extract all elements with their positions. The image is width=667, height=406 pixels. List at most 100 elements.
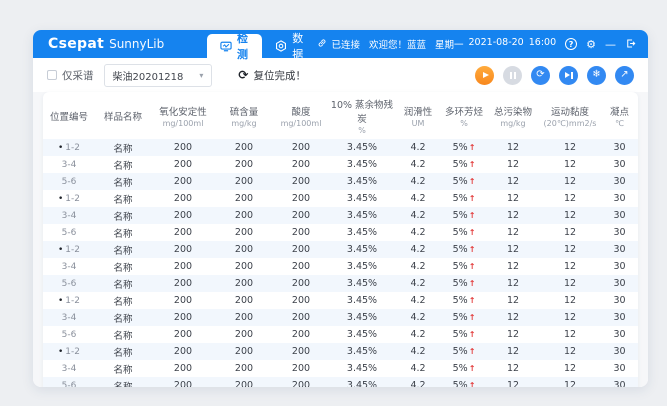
table-row[interactable]: 3-4名称2002002003.45%4.25%↑121230 — [43, 309, 638, 326]
cell-pos: 3-4 — [43, 258, 95, 275]
cell-lubricity: 4.2 — [395, 258, 441, 275]
help-icon[interactable]: ? — [565, 38, 577, 50]
table-row[interactable]: 3-4名称2002002003.45%4.25%↑121230 — [43, 156, 638, 173]
cell-pos: •1-2 — [43, 139, 95, 156]
cell-contaminants: 12 — [487, 326, 539, 343]
cell-viscosity: 12 — [539, 258, 601, 275]
sample-dropdown[interactable]: 柴油20201218 ▾ — [104, 64, 213, 87]
cell-viscosity: 12 — [539, 139, 601, 156]
column-header: 氧化安定性mg/100ml — [151, 92, 215, 139]
up-arrow-icon: ↑ — [469, 279, 476, 288]
table-row[interactable]: 5-6名称2002002003.45%4.25%↑121230 — [43, 224, 638, 241]
table-row[interactable]: 5-6名称2002002003.45%4.25%↑121230 — [43, 275, 638, 292]
export-button[interactable]: ↗ — [615, 66, 634, 85]
gear-icon[interactable]: ⚙ — [586, 39, 596, 50]
app-window: Csepat SunnyLib 检测 — [33, 30, 648, 387]
active-dot: • — [58, 347, 63, 357]
cell-name: 名称 — [95, 258, 151, 275]
cell-name: 名称 — [95, 326, 151, 343]
cell-sulfur: 200 — [215, 190, 273, 207]
connection-status: 已连接 — [317, 37, 360, 51]
pause-icon — [510, 72, 516, 79]
cell-contaminants: 12 — [487, 224, 539, 241]
cell-sulfur: 200 — [215, 292, 273, 309]
cell-residue: 3.45% — [329, 292, 395, 309]
tab-detection[interactable]: 检测 — [207, 34, 262, 58]
cell-name: 名称 — [95, 343, 151, 360]
cell-residue: 3.45% — [329, 190, 395, 207]
cell-pos: 5-6 — [43, 173, 95, 190]
cell-oxidation: 200 — [151, 207, 215, 224]
cell-oxidation: 200 — [151, 377, 215, 387]
cell-acidity: 200 — [273, 173, 329, 190]
table-row[interactable]: 3-4名称2002002003.45%4.25%↑121230 — [43, 258, 638, 275]
table-row[interactable]: 5-6名称2002002003.45%4.25%↑121230 — [43, 173, 638, 190]
cell-viscosity: 12 — [539, 190, 601, 207]
brand-subname: SunnyLib — [109, 37, 164, 51]
cell-residue: 3.45% — [329, 241, 395, 258]
date: 2021-08-20 — [469, 37, 524, 51]
cell-acidity: 200 — [273, 156, 329, 173]
cell-name: 名称 — [95, 156, 151, 173]
table-row[interactable]: 5-6名称2002002003.45%4.25%↑121230 — [43, 326, 638, 343]
cell-viscosity: 12 — [539, 275, 601, 292]
cell-pah: 5%↑ — [441, 292, 487, 309]
freeze-button[interactable]: ❄ — [587, 66, 606, 85]
up-arrow-icon: ↑ — [469, 262, 476, 271]
minimize-icon[interactable]: — — [605, 39, 616, 50]
table-row[interactable]: •1-2名称2002002003.45%4.25%↑121230 — [43, 241, 638, 258]
cell-acidity: 200 — [273, 360, 329, 377]
table-row[interactable]: 3-4名称2002002003.45%4.25%↑121230 — [43, 207, 638, 224]
cell-viscosity: 12 — [539, 377, 601, 387]
play-icon — [483, 72, 489, 78]
cell-pos: 5-6 — [43, 275, 95, 292]
cell-viscosity: 12 — [539, 360, 601, 377]
cell-oxidation: 200 — [151, 292, 215, 309]
table-row[interactable]: •1-2名称2002002003.45%4.25%↑121230 — [43, 190, 638, 207]
cell-viscosity: 12 — [539, 241, 601, 258]
column-header: 总污染物mg/kg — [487, 92, 539, 139]
cell-oxidation: 200 — [151, 241, 215, 258]
cell-acidity: 200 — [273, 292, 329, 309]
cell-viscosity: 12 — [539, 309, 601, 326]
cell-sulfur: 200 — [215, 326, 273, 343]
table-row[interactable]: •1-2名称2002002003.45%4.25%↑121230 — [43, 343, 638, 360]
table-row[interactable]: 5-6名称2002002003.45%4.25%↑121230 — [43, 377, 638, 387]
cell-lubricity: 4.2 — [395, 241, 441, 258]
toolbar: 仅采谱 柴油20201218 ▾ ⟳ 复位完成！ ⟳ ❄ ↗ — [33, 58, 648, 92]
cell-acidity: 200 — [273, 190, 329, 207]
main-tabs: 检测 数据 — [207, 30, 317, 58]
cell-sulfur: 200 — [215, 360, 273, 377]
cell-lubricity: 4.2 — [395, 156, 441, 173]
cell-oxidation: 200 — [151, 326, 215, 343]
weekday: 星期一 — [435, 37, 464, 51]
up-arrow-icon: ↑ — [469, 347, 476, 356]
refresh-icon: ⟳ — [536, 70, 544, 80]
reset-icon[interactable]: ⟳ — [238, 68, 248, 82]
cell-residue: 3.45% — [329, 343, 395, 360]
logout-icon[interactable] — [625, 38, 636, 51]
up-arrow-icon: ↑ — [469, 177, 476, 186]
skip-button[interactable] — [559, 66, 578, 85]
tab-data[interactable]: 数据 — [262, 34, 317, 58]
cell-residue: 3.45% — [329, 309, 395, 326]
cell-contaminants: 12 — [487, 292, 539, 309]
cell-freeze: 30 — [601, 360, 638, 377]
table-row[interactable]: •1-2名称2002002003.45%4.25%↑121230 — [43, 139, 638, 156]
sample-dropdown-value: 柴油20201218 — [113, 68, 184, 83]
start-button[interactable] — [475, 66, 494, 85]
table-row[interactable]: 3-4名称2002002003.45%4.25%↑121230 — [43, 360, 638, 377]
app-bar: Csepat SunnyLib 检测 — [33, 30, 648, 58]
cell-residue: 3.45% — [329, 258, 395, 275]
cell-contaminants: 12 — [487, 173, 539, 190]
cell-contaminants: 12 — [487, 343, 539, 360]
spectrum-only-checkbox[interactable] — [47, 70, 57, 80]
table-row[interactable]: •1-2名称2002002003.45%4.25%↑121230 — [43, 292, 638, 309]
pause-button[interactable] — [503, 66, 522, 85]
tab-detection-label: 检测 — [237, 30, 249, 62]
time: 16:00 — [529, 37, 556, 51]
cell-sulfur: 200 — [215, 258, 273, 275]
cell-name: 名称 — [95, 190, 151, 207]
refresh-button[interactable]: ⟳ — [531, 66, 550, 85]
cell-oxidation: 200 — [151, 258, 215, 275]
